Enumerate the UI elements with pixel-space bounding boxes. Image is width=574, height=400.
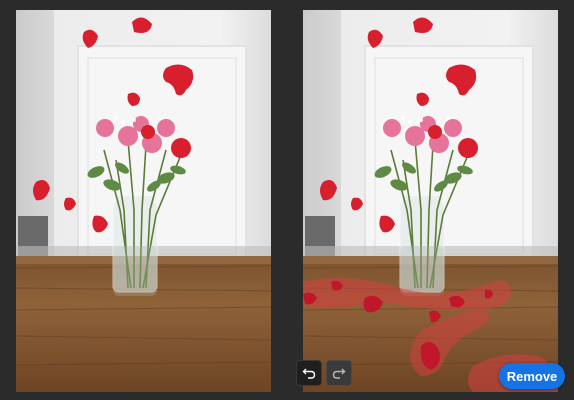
edited-photo[interactable] bbox=[303, 10, 558, 392]
remove-button[interactable]: Remove bbox=[499, 363, 565, 389]
original-image-panel bbox=[16, 10, 271, 392]
redo-icon bbox=[332, 368, 346, 379]
original-photo bbox=[16, 10, 271, 392]
undo-button[interactable] bbox=[296, 360, 322, 386]
undo-icon bbox=[302, 368, 316, 379]
edited-image-panel[interactable] bbox=[303, 10, 558, 392]
redo-button[interactable] bbox=[326, 360, 352, 386]
